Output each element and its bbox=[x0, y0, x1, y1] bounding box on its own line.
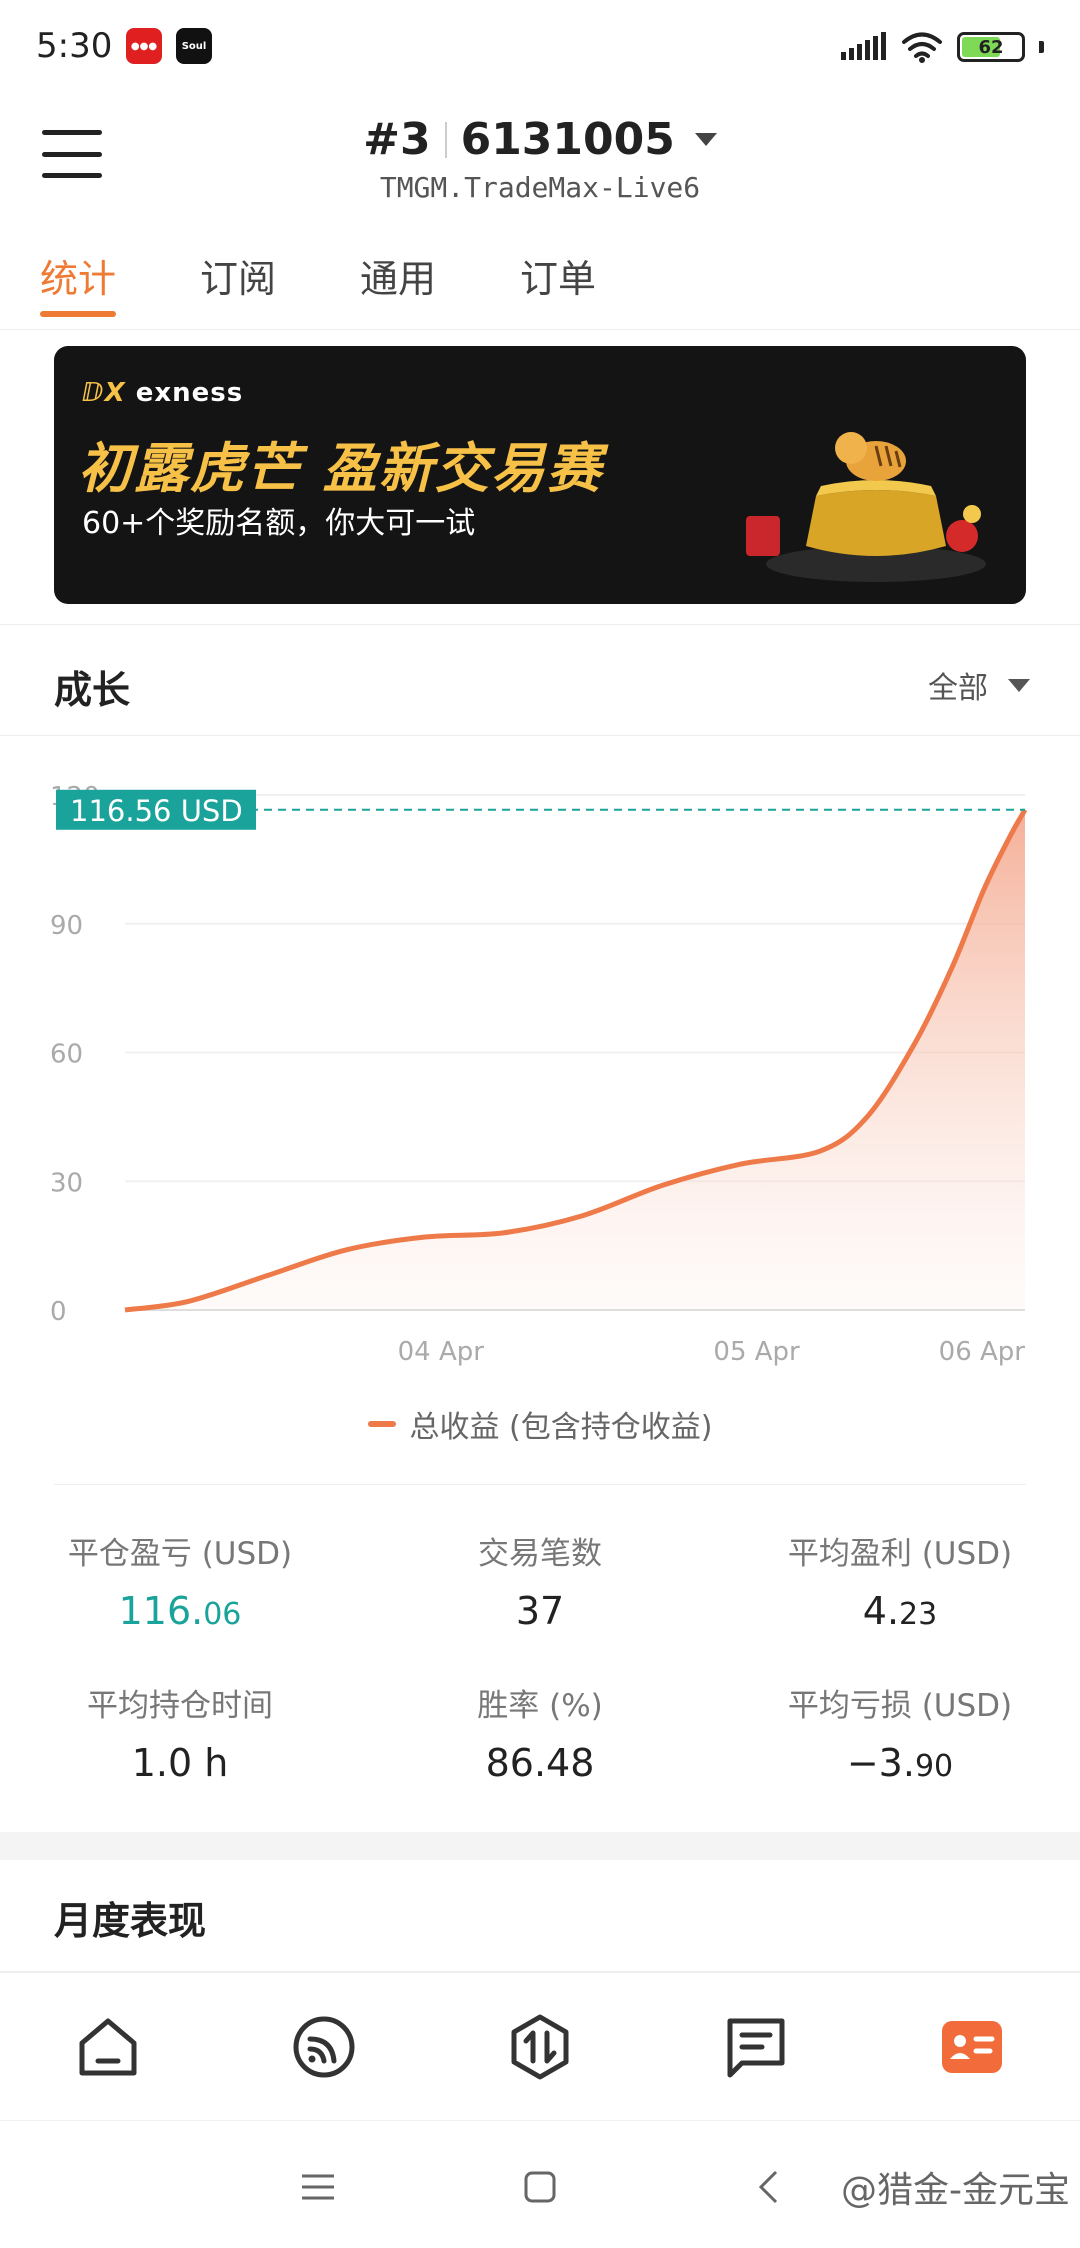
stat-label: 平仓盈亏 (USD) bbox=[67, 1536, 293, 1572]
y-tick-label: 60 bbox=[50, 1040, 83, 1070]
stat-label: 交易笔数 bbox=[478, 1536, 602, 1572]
chevron-down-icon bbox=[1008, 678, 1030, 692]
bottom-navigation bbox=[0, 1972, 1080, 2120]
stat-label: 平均盈利 (USD) bbox=[787, 1536, 1013, 1572]
stat-avg-profit: 平均盈利 (USD) 4.23 bbox=[720, 1528, 1080, 1633]
legend-label: 总收益 (包含持仓收益) bbox=[409, 1410, 713, 1445]
account-number: 6131005 bbox=[460, 114, 675, 165]
stat-label: 平均亏损 (USD) bbox=[787, 1688, 1013, 1724]
tab-orders[interactable]: 订单 bbox=[520, 248, 596, 317]
stat-value: 86.48 bbox=[485, 1741, 595, 1785]
range-label: 全部 bbox=[928, 671, 988, 706]
wifi-icon bbox=[902, 32, 942, 63]
tiger-trophy-icon bbox=[746, 432, 986, 582]
stat-value: 37 bbox=[515, 1589, 565, 1633]
stat-label: 胜率 (%) bbox=[477, 1688, 603, 1724]
x-tick-label: 06 Apr bbox=[939, 1337, 1026, 1367]
stat-label: 平均持仓时间 bbox=[87, 1688, 273, 1724]
soul-app-icon: Soul bbox=[176, 28, 212, 64]
growth-title: 成长 bbox=[54, 668, 131, 712]
section-spacer bbox=[0, 1832, 1080, 1860]
stat-trade-count: 交易笔数 37 bbox=[360, 1528, 720, 1633]
tab-subscriptions[interactable]: 订阅 bbox=[200, 248, 276, 317]
tab-general[interactable]: 通用 bbox=[360, 248, 436, 317]
status-bar: 5:30 ●●● Soul 62 bbox=[0, 0, 1080, 96]
chevron-down-icon bbox=[694, 133, 717, 146]
stat-value: 1.0 h bbox=[131, 1741, 229, 1785]
y-tick-label: 0 bbox=[50, 1297, 67, 1327]
app-header: #3 6131005 TMGM.TradeMax-Live6 bbox=[0, 96, 1080, 246]
stats-divider bbox=[54, 1484, 1026, 1485]
growth-section-header: 成长 全部 bbox=[0, 624, 1080, 736]
orders-icon[interactable] bbox=[720, 2011, 792, 2083]
status-time: 5:30 bbox=[36, 26, 113, 66]
profile-icon[interactable] bbox=[936, 2011, 1008, 2083]
account-selector[interactable]: #3 6131005 TMGM.TradeMax-Live6 bbox=[0, 114, 1080, 204]
y-tick-label: 90 bbox=[50, 911, 83, 941]
stat-value: 116.06 bbox=[118, 1589, 242, 1633]
stat-value: −3.90 bbox=[846, 1741, 954, 1785]
account-index: #3 bbox=[363, 114, 431, 165]
y-tick-label: 30 bbox=[50, 1168, 83, 1198]
tab-bar: 统计 订阅 通用 订单 bbox=[0, 240, 1080, 330]
battery-level: 62 bbox=[978, 36, 1004, 58]
stat-avg-loss: 平均亏损 (USD) −3.90 bbox=[720, 1680, 1080, 1785]
soul-app-label: Soul bbox=[181, 40, 207, 52]
banner-subtitle: 60+个奖励名额，你大可一试 bbox=[82, 506, 476, 541]
stat-win-rate: 胜率 (%) 86.48 bbox=[360, 1680, 720, 1785]
signal-icon bbox=[841, 32, 886, 60]
watermark-text: @猎金-金元宝 bbox=[841, 2170, 1070, 2211]
system-navigation: @猎金-金元宝 bbox=[0, 2120, 1080, 2248]
promo-banner[interactable]: ⅅX exness 初露虎芒 盈新交易赛 60+个奖励名额，你大可一试 bbox=[54, 346, 1026, 604]
battery-icon: 62 bbox=[957, 32, 1025, 62]
growth-chart[interactable]: 0306090120 04 Apr05 Apr06 Apr 116.56 USD bbox=[0, 770, 1080, 1460]
banner-title: 初露虎芒 盈新交易赛 bbox=[78, 437, 603, 500]
stat-avg-hold-time: 平均持仓时间 1.0 h bbox=[0, 1680, 360, 1785]
app-notification-icon: ●●● bbox=[126, 28, 162, 64]
tab-statistics[interactable]: 统计 bbox=[40, 248, 117, 317]
series-area bbox=[125, 809, 1025, 1310]
x-tick-label: 04 Apr bbox=[398, 1337, 485, 1367]
monthly-section-header[interactable]: 月度表现 bbox=[0, 1860, 1080, 1972]
home-icon[interactable] bbox=[72, 2011, 144, 2083]
trade-icon[interactable] bbox=[504, 2011, 576, 2083]
x-tick-label: 05 Apr bbox=[713, 1337, 800, 1367]
server-name: TMGM.TradeMax-Live6 bbox=[379, 171, 701, 204]
feed-icon[interactable] bbox=[288, 2011, 360, 2083]
current-value-label: 116.56 USD bbox=[70, 794, 243, 828]
legend-swatch bbox=[367, 1421, 396, 1427]
stat-closed-pnl: 平仓盈亏 (USD) 116.06 bbox=[0, 1528, 360, 1633]
range-selector[interactable]: 全部 bbox=[928, 663, 1030, 707]
stat-value: 4.23 bbox=[862, 1589, 938, 1633]
back-icon[interactable] bbox=[740, 2159, 796, 2215]
exness-logo: ⅅX exness bbox=[82, 378, 244, 408]
chart-legend: 总收益 (包含持仓收益) bbox=[0, 1402, 1080, 1446]
recent-apps-icon[interactable] bbox=[290, 2159, 346, 2215]
home-button-icon[interactable] bbox=[512, 2159, 568, 2215]
monthly-title: 月度表现 bbox=[54, 1899, 207, 1943]
